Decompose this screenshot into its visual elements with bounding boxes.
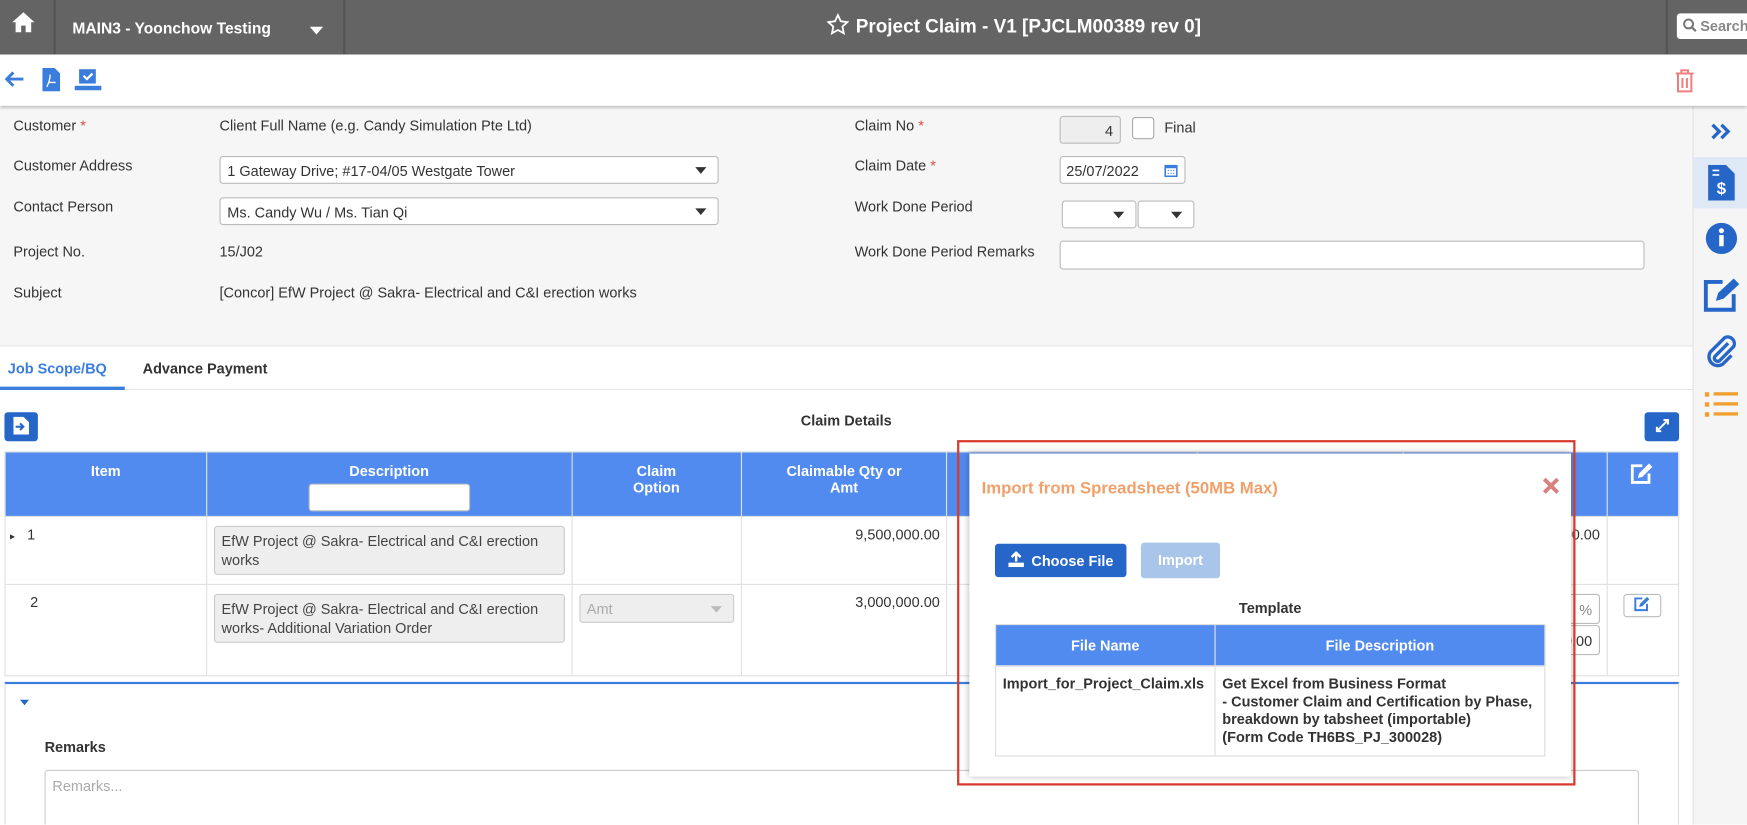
remarks-label: Remarks xyxy=(44,738,106,756)
claimable-cell: 3,000,000.00 xyxy=(740,583,948,677)
edit-icon[interactable] xyxy=(1694,269,1747,320)
right-sidebar: $ xyxy=(1692,105,1747,825)
template-file-description: Get Excel from Business Format - Customer… xyxy=(1214,665,1546,757)
home-icon[interactable] xyxy=(11,11,36,37)
claim-no-field: 4 xyxy=(1059,115,1121,144)
customer-address-label: Customer Address xyxy=(13,157,133,174)
expand-double-chevron-icon[interactable] xyxy=(1694,106,1747,157)
tab-advance-payment[interactable]: Advance Payment xyxy=(143,360,268,377)
tab-bar: Job Scope/BQ Advance Payment xyxy=(0,345,1693,390)
close-icon[interactable] xyxy=(1542,477,1560,498)
contact-person-select[interactable]: Ms. Candy Wu / Ms. Tian Qi xyxy=(219,197,719,226)
upload-icon xyxy=(1007,550,1024,570)
caret-down-icon xyxy=(1113,211,1125,219)
project-no-value: 15/J02 xyxy=(219,242,264,260)
company-selector[interactable]: MAIN3 - Yoonchow Testing xyxy=(72,19,270,37)
column-header-file-description: File Description xyxy=(1214,623,1546,667)
work-done-remarks-label: Work Done Period Remarks xyxy=(854,242,1035,260)
expand-button[interactable] xyxy=(1644,412,1680,442)
import-spreadsheet-dialog: Import from Spreadsheet (50MB Max) Choos… xyxy=(969,453,1572,777)
column-header-claim-option: Claim Option xyxy=(571,451,742,517)
claim-header-form: Customer * Client Full Name (e.g. Candy … xyxy=(0,105,1693,346)
trash-icon[interactable] xyxy=(1675,69,1695,96)
subject-label: Subject xyxy=(13,284,62,301)
column-header-edit xyxy=(1606,451,1680,517)
customer-value: Client Full Name (e.g. Candy Simulation … xyxy=(219,116,532,134)
caret-down-icon xyxy=(710,606,722,613)
row-edit-button[interactable] xyxy=(1623,593,1662,618)
template-title: Template xyxy=(1238,599,1302,617)
claim-date-label: Claim Date * xyxy=(854,157,936,174)
approve-submit-icon[interactable] xyxy=(74,69,102,95)
info-icon[interactable] xyxy=(1694,213,1747,264)
expand-row-caret-icon[interactable]: ▸ xyxy=(10,530,15,541)
toolbar xyxy=(0,54,1747,106)
attachment-paperclip-icon[interactable] xyxy=(1694,326,1747,377)
work-done-period-from-select[interactable] xyxy=(1061,200,1137,229)
claim-option-select: Amt xyxy=(579,593,734,623)
template-table: File Name File Description Import_for_Pro… xyxy=(994,623,1546,757)
claim-details-title: Claim Details xyxy=(800,412,892,429)
choose-file-button[interactable]: Choose File xyxy=(994,543,1127,578)
search-input[interactable]: Search xyxy=(1676,13,1747,39)
project-no-label: Project No. xyxy=(13,242,86,260)
column-header-item: Item xyxy=(4,451,208,517)
search-icon xyxy=(1682,17,1697,35)
edit-icon[interactable] xyxy=(1631,463,1656,488)
final-checkbox[interactable] xyxy=(1132,116,1155,140)
page-title: Project Claim - V1 [PJCLM00389 rev 0] xyxy=(855,15,1202,37)
template-file-link[interactable]: Import_for_Project_Claim.xls xyxy=(994,665,1216,757)
top-bar: MAIN3 - Yoonchow Testing Project Claim -… xyxy=(0,0,1747,55)
caret-down-icon xyxy=(695,167,707,174)
remarks-textarea[interactable]: Remarks... xyxy=(44,769,1639,825)
customer-label: Customer * xyxy=(13,116,86,134)
table-row: Import_for_Project_Claim.xls Get Excel f… xyxy=(994,665,1546,757)
claim-no-label: Claim No * xyxy=(854,116,924,134)
caret-down-icon xyxy=(1171,211,1183,219)
collapse-caret-icon[interactable] xyxy=(20,699,29,706)
contact-person-label: Contact Person xyxy=(13,198,114,216)
subject-value: [Concor] EfW Project @ Sakra- Electrical… xyxy=(219,284,637,301)
customer-address-select[interactable]: 1 Gateway Drive; #17-04/05 Westgate Towe… xyxy=(219,155,719,184)
import-button[interactable]: Import xyxy=(1140,542,1221,579)
column-header-description: Description xyxy=(205,451,573,517)
claimable-cell: 9,500,000.00 xyxy=(740,515,948,585)
caret-down-icon xyxy=(695,208,707,216)
chevron-down-icon[interactable] xyxy=(309,26,324,35)
item-cell: ▸ 1 xyxy=(4,515,208,585)
pdf-icon[interactable] xyxy=(42,67,61,95)
work-done-remarks-input[interactable] xyxy=(1059,240,1645,270)
item-cell: 2 xyxy=(4,583,208,677)
column-header-claimable: Claimable Qty or Amt xyxy=(740,451,948,517)
back-arrow-icon[interactable] xyxy=(4,70,24,91)
description-field: EfW Project @ Sakra- Electrical and C&I … xyxy=(213,593,565,643)
claim-date-field[interactable]: 25/07/2022 xyxy=(1059,155,1186,184)
description-filter-input[interactable] xyxy=(308,483,470,512)
tab-job-scope-bq[interactable]: Job Scope/BQ xyxy=(8,360,107,377)
work-done-period-to-select[interactable] xyxy=(1137,200,1195,229)
star-icon[interactable] xyxy=(826,12,850,39)
final-label: Final xyxy=(1164,119,1196,136)
column-header-file-name: File Name xyxy=(994,623,1216,667)
claim-document-icon[interactable]: $ xyxy=(1693,157,1747,209)
dialog-title: Import from Spreadsheet (50MB Max) xyxy=(981,479,1278,499)
list-icon[interactable] xyxy=(1694,379,1747,430)
work-done-period-label: Work Done Period xyxy=(854,198,973,216)
description-field: EfW Project @ Sakra- Electrical and C&I … xyxy=(213,525,565,575)
calendar-icon[interactable] xyxy=(1164,164,1178,181)
svg-text:$: $ xyxy=(1716,179,1726,198)
claim-option-cell xyxy=(571,515,742,585)
expand-arrows-icon xyxy=(1655,418,1669,435)
